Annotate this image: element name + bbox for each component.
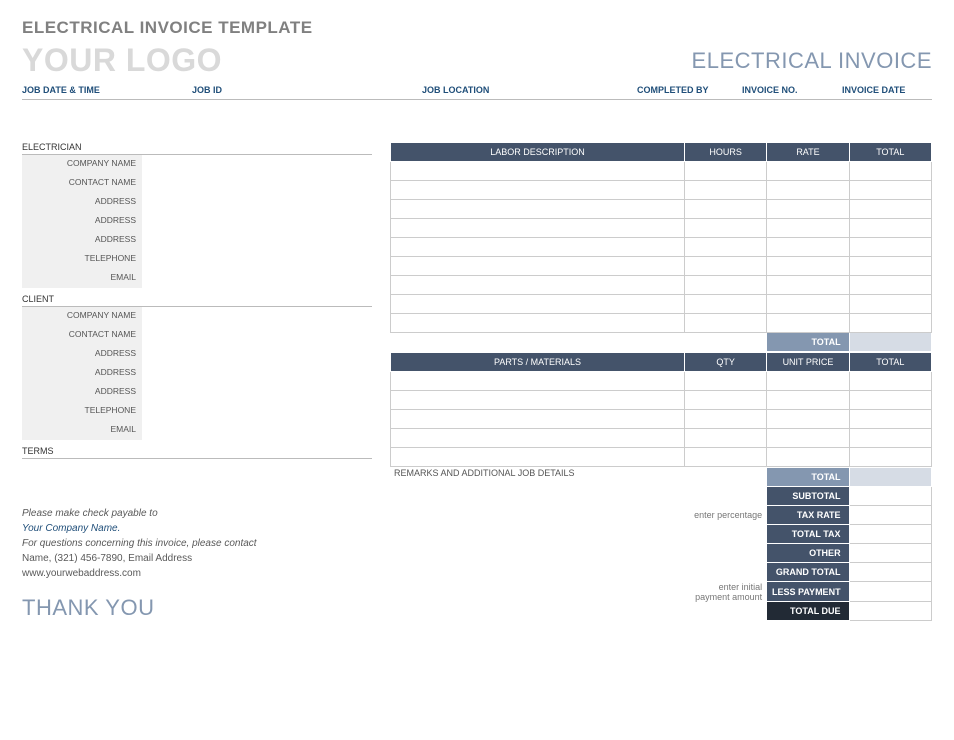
completed-by-label: COMPLETED BY: [637, 85, 742, 95]
grand-total-label: GRAND TOTAL: [767, 563, 849, 582]
job-header-row: JOB DATE & TIME JOB ID JOB LOCATION COMP…: [22, 79, 932, 100]
client-address2-input[interactable]: [142, 364, 372, 383]
subtotal-label: SUBTOTAL: [767, 487, 849, 506]
client-section-label: CLIENT: [22, 294, 372, 307]
client-contact-input[interactable]: [142, 326, 372, 345]
electrician-contact-input[interactable]: [142, 174, 372, 193]
client-address3-label: ADDRESS: [22, 383, 142, 402]
electrician-address3-label: ADDRESS: [22, 231, 142, 250]
client-address3-input[interactable]: [142, 383, 372, 402]
electrician-company-input[interactable]: [142, 155, 372, 174]
parts-total-header: TOTAL: [849, 353, 931, 372]
thank-you-text: THANK YOU: [22, 595, 372, 621]
client-address1-label: ADDRESS: [22, 345, 142, 364]
labor-total-value: [849, 333, 931, 352]
table-row[interactable]: [391, 219, 932, 238]
grand-total-value: [849, 563, 931, 582]
client-address2-label: ADDRESS: [22, 364, 142, 383]
summary-table: REMARKS AND ADDITIONAL JOB DETAILS TOTAL…: [390, 467, 932, 621]
electrician-address1-label: ADDRESS: [22, 193, 142, 212]
parts-qty-header: QTY: [685, 353, 767, 372]
table-row[interactable]: [391, 257, 932, 276]
parts-price-header: UNIT PRICE: [767, 353, 849, 372]
less-payment-value[interactable]: [849, 582, 931, 602]
table-row[interactable]: [391, 295, 932, 314]
table-row[interactable]: [391, 410, 932, 429]
company-name-text: Your Company Name.: [22, 523, 372, 534]
table-row[interactable]: [391, 391, 932, 410]
contact-text: Name, (321) 456-7890, Email Address: [22, 553, 372, 564]
client-contact-label: CONTACT NAME: [22, 326, 142, 345]
labor-total-header: TOTAL: [849, 143, 931, 162]
client-telephone-label: TELEPHONE: [22, 402, 142, 421]
labor-total-label: TOTAL: [767, 333, 849, 352]
total-due-value: [849, 602, 931, 621]
table-row[interactable]: [391, 181, 932, 200]
parts-desc-header: PARTS / MATERIALS: [391, 353, 685, 372]
job-input-row[interactable]: [22, 106, 932, 126]
table-row[interactable]: [391, 162, 932, 181]
invoice-date-label: INVOICE DATE: [842, 85, 932, 95]
job-id-label: JOB ID: [192, 85, 422, 95]
client-email-label: EMAIL: [22, 421, 142, 440]
job-location-label: JOB LOCATION: [422, 85, 637, 95]
electrician-email-input[interactable]: [142, 269, 372, 288]
invoice-no-label: INVOICE NO.: [742, 85, 842, 95]
labor-hours-header: HOURS: [685, 143, 767, 162]
table-row[interactable]: [391, 314, 932, 333]
job-date-time-label: JOB DATE & TIME: [22, 85, 192, 95]
electrician-address3-input[interactable]: [142, 231, 372, 250]
electrician-telephone-label: TELEPHONE: [22, 250, 142, 269]
parts-subtotal-value: [849, 468, 931, 487]
remarks-input[interactable]: [394, 478, 680, 533]
labor-table: LABOR DESCRIPTION HOURS RATE TOTAL TOTAL: [390, 142, 932, 352]
questions-text: For questions concerning this invoice, p…: [22, 538, 372, 549]
parts-table: PARTS / MATERIALS QTY UNIT PRICE TOTAL: [390, 352, 932, 467]
other-value[interactable]: [849, 544, 931, 563]
tax-hint: enter percentage: [684, 506, 766, 525]
client-telephone-input[interactable]: [142, 402, 372, 421]
total-due-label: TOTAL DUE: [767, 602, 849, 621]
electrician-company-label: COMPANY NAME: [22, 155, 142, 174]
labor-desc-header: LABOR DESCRIPTION: [391, 143, 685, 162]
page-title: ELECTRICAL INVOICE TEMPLATE: [22, 18, 932, 38]
check-payable-text: Please make check payable to: [22, 508, 372, 519]
table-row[interactable]: [391, 372, 932, 391]
total-tax-label: TOTAL TAX: [767, 525, 849, 544]
electrician-section-label: ELECTRICIAN: [22, 142, 372, 155]
remarks-label: REMARKS AND ADDITIONAL JOB DETAILS: [394, 468, 680, 478]
labor-rate-header: RATE: [767, 143, 849, 162]
client-address1-input[interactable]: [142, 345, 372, 364]
tax-rate-value[interactable]: [849, 506, 931, 525]
client-email-input[interactable]: [142, 421, 372, 440]
less-payment-label: LESS PAYMENT: [767, 582, 849, 602]
electrician-telephone-input[interactable]: [142, 250, 372, 269]
table-row[interactable]: [391, 429, 932, 448]
terms-input[interactable]: [22, 459, 372, 478]
electrician-address1-input[interactable]: [142, 193, 372, 212]
terms-section-label: TERMS: [22, 446, 372, 459]
total-tax-value: [849, 525, 931, 544]
electrician-email-label: EMAIL: [22, 269, 142, 288]
tax-rate-label: TAX RATE: [767, 506, 849, 525]
electrician-address2-input[interactable]: [142, 212, 372, 231]
payment-hint: enter initial payment amount: [684, 582, 766, 602]
other-label: OTHER: [767, 544, 849, 563]
client-company-label: COMPANY NAME: [22, 307, 142, 326]
table-row[interactable]: [391, 200, 932, 219]
table-row[interactable]: [391, 238, 932, 257]
table-row[interactable]: [391, 448, 932, 467]
electrician-address2-label: ADDRESS: [22, 212, 142, 231]
client-company-input[interactable]: [142, 307, 372, 326]
table-row[interactable]: [391, 276, 932, 295]
parts-subtotal-label: TOTAL: [767, 468, 849, 487]
electrician-contact-label: CONTACT NAME: [22, 174, 142, 193]
logo-placeholder: YOUR LOGO: [22, 42, 222, 79]
subtotal-value: [849, 487, 931, 506]
invoice-title: ELECTRICAL INVOICE: [692, 48, 932, 74]
web-text: www.yourwebaddress.com: [22, 568, 372, 579]
